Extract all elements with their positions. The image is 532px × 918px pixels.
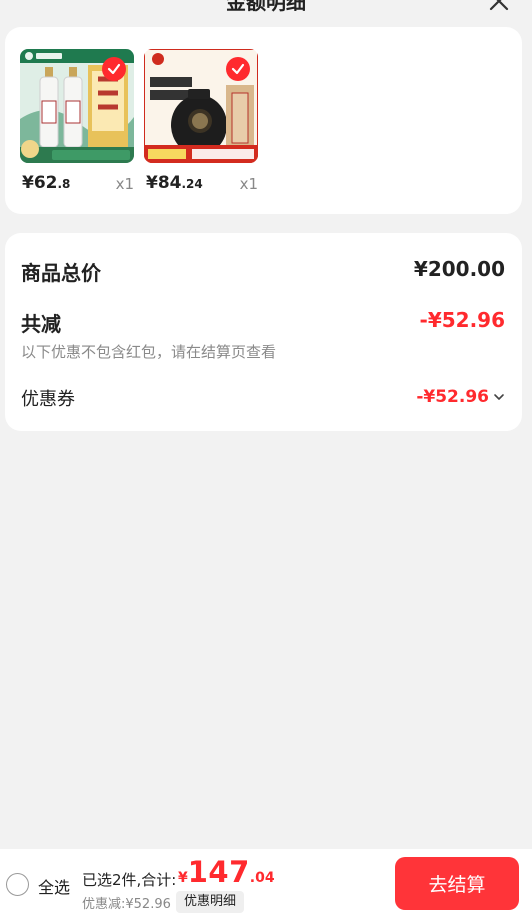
select-all-radio[interactable] xyxy=(6,873,29,896)
checkout-button[interactable]: 去结算 xyxy=(395,857,519,910)
coupon-value: -¥52.96 xyxy=(416,387,489,407)
page-title: 金额明细 xyxy=(226,0,306,14)
chevron-down-icon[interactable] xyxy=(493,391,505,403)
reduce-value: -¥52.96 xyxy=(419,308,505,332)
product-price: ¥84.24 xyxy=(146,173,203,193)
discount-detail-button[interactable]: 优惠明细 xyxy=(176,891,245,913)
checkout-bar: 全选 已选2件,合计: ¥147.04 优惠减:¥52.96 优惠明细 去结算 xyxy=(0,849,532,918)
price-row: ¥84.24 x1 xyxy=(144,173,258,197)
coupon-label: 优惠券 xyxy=(21,389,75,410)
price-summary-card: 商品总价 ¥200.00 共减 -¥52.96 以下优惠不包含红包，请在结算页查… xyxy=(5,233,522,431)
price-row: ¥62.8 x1 xyxy=(20,173,134,197)
selected-check-icon[interactable] xyxy=(226,57,250,81)
total-value: ¥200.00 xyxy=(413,257,505,281)
product-quantity: x1 xyxy=(239,175,258,193)
select-all-label[interactable]: 全选 xyxy=(38,874,70,898)
discount-note: 以下优惠不包含红包，请在结算页查看 xyxy=(21,343,277,361)
product-item[interactable]: ¥62.8 x1 xyxy=(20,49,134,193)
product-image[interactable] xyxy=(144,49,258,163)
product-price: ¥62.8 xyxy=(22,173,71,193)
total-label: 商品总价 xyxy=(21,261,101,285)
total-row: 商品总价 ¥200.00 xyxy=(21,257,505,286)
product-quantity: x1 xyxy=(115,175,134,193)
header: 金额明细 xyxy=(0,0,532,16)
selected-check-icon[interactable] xyxy=(102,57,126,81)
discount-info: 优惠减:¥52.96 xyxy=(82,897,171,912)
coupon-value-button[interactable]: -¥52.96 xyxy=(416,387,505,407)
coupon-row[interactable]: 优惠券 -¥52.96 xyxy=(21,385,505,411)
total-amount: ¥147.04 xyxy=(178,855,275,889)
products-card: ¥62.8 x1 ¥84.24 x1 xyxy=(5,27,522,214)
reduce-row: 共减 -¥52.96 xyxy=(21,308,505,337)
close-icon[interactable] xyxy=(488,0,510,12)
selected-info: 已选2件,合计: xyxy=(82,871,177,889)
reduce-label: 共减 xyxy=(21,312,61,336)
product-item[interactable]: ¥84.24 x1 xyxy=(144,49,258,193)
product-image[interactable] xyxy=(20,49,134,163)
